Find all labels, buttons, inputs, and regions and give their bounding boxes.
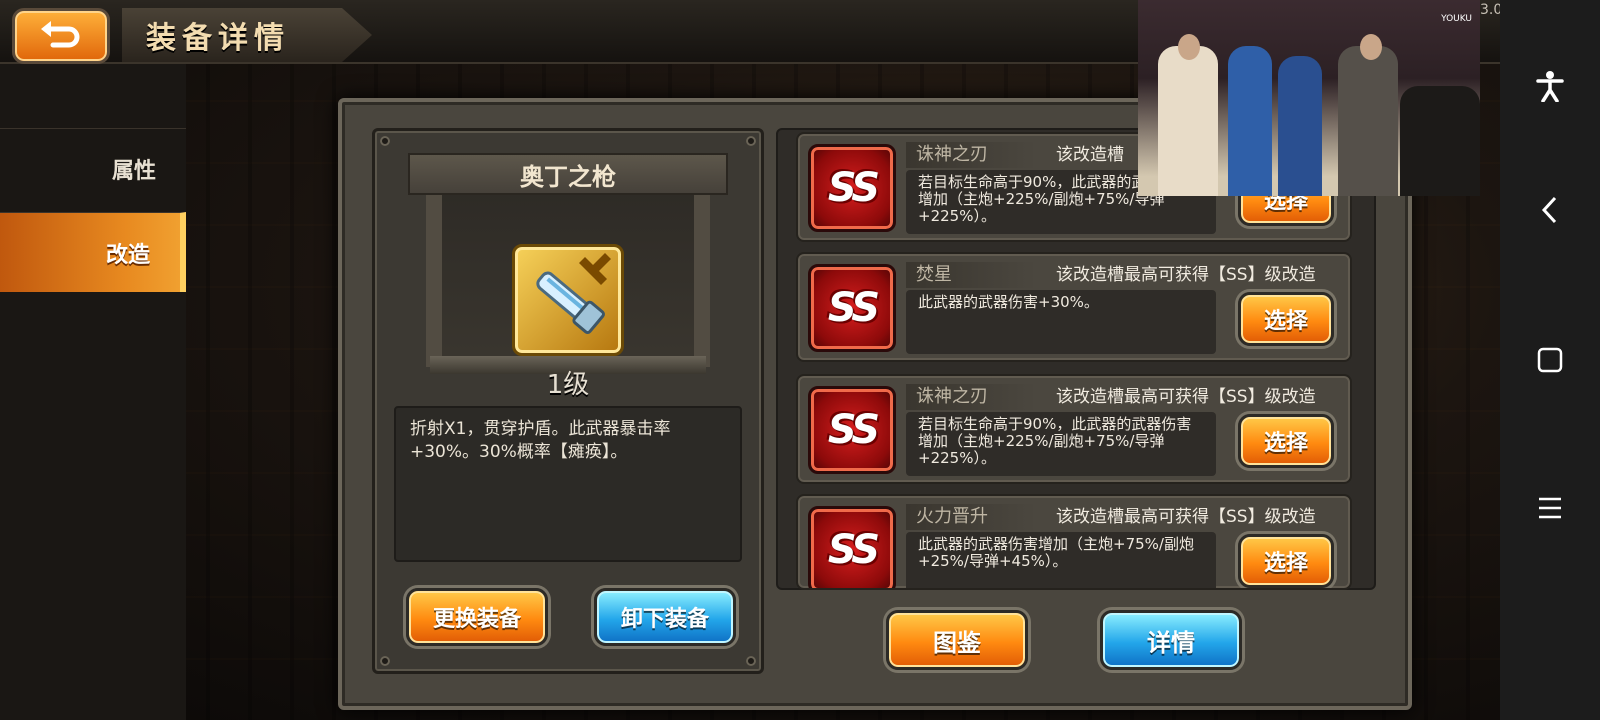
mod-name: 诛神之刃 [906, 384, 1036, 410]
performer-figure [1158, 46, 1218, 196]
title-plate: 装备详情 [122, 8, 372, 62]
game-screen: 装备详情 属性 改造 奥丁之枪 1级 折射X1，贯穿护盾。此武器暴击率+30%。… [0, 0, 1600, 720]
mod-name: 焚星 [906, 262, 1036, 288]
performer-figure [1338, 46, 1398, 196]
audience-figure [1228, 46, 1272, 196]
mod-hint: 该改造槽最高可获得【SS】级改造 [1056, 507, 1316, 527]
rivet [380, 136, 390, 146]
mod-name: 诛神之刃 [906, 142, 1036, 168]
rivet [746, 656, 756, 666]
equipment-description-box: 折射X1，贯穿护盾。此武器暴击率+30%。30%概率【瘫痪】。 [394, 406, 742, 562]
mod-slot-card: SS 焚星 该改造槽最高可获得【SS】级改造 此武器的武器伤害+30%。 选择 [796, 252, 1352, 362]
details-button[interactable]: 详情 [1100, 610, 1242, 670]
button-label: 详情 [1147, 628, 1195, 657]
back-arrow-icon [41, 21, 80, 48]
button-label: 卸下装备 [620, 607, 709, 632]
gun-icon[interactable] [512, 244, 624, 356]
tab-label: 属性 [111, 158, 156, 184]
back-button[interactable] [12, 8, 110, 64]
mod-description: 此武器的武器伤害+30%。 [906, 290, 1216, 354]
mod-description: 若目标生命高于90%，此武器的武器伤害增加（主炮+225%/副炮+75%/导弹+… [906, 412, 1216, 476]
mod-hint: 该改造槽最高可获得【SS】级改造 [1056, 387, 1316, 407]
page-title: 装备详情 [146, 21, 290, 56]
unequip-button[interactable]: 卸下装备 [594, 588, 736, 646]
performer-head [1178, 34, 1200, 60]
equipment-name: 奥丁之枪 [520, 162, 616, 191]
accessibility-icon[interactable] [1530, 66, 1570, 106]
codex-button[interactable]: 图鉴 [886, 610, 1028, 670]
button-label: 图鉴 [933, 628, 981, 657]
ss-grade-icon: SS [808, 506, 896, 588]
select-button[interactable]: 选择 [1238, 534, 1334, 588]
equipment-description: 折射X1，贯穿护盾。此武器暴击率+30%。30%概率【瘫痪】。 [410, 419, 671, 462]
mod-slot-card: SS 诛神之刃 该改造槽最高可获得【SS】级改造 若目标生命高于90%，此武器的… [796, 374, 1352, 484]
mod-hint: 该改造槽 [1056, 145, 1124, 165]
rivet [380, 656, 390, 666]
recents-icon[interactable] [1530, 340, 1570, 380]
video-overlay[interactable]: YOUKU [1138, 0, 1480, 196]
change-equipment-button[interactable]: 更换装备 [406, 588, 548, 646]
ss-grade-icon: SS [808, 264, 896, 352]
select-button[interactable]: 选择 [1238, 414, 1334, 468]
select-button[interactable]: 选择 [1238, 292, 1334, 346]
ss-grade-icon: SS [808, 144, 896, 232]
performer-figure [1400, 86, 1480, 196]
video-watermark: YOUKU [1441, 14, 1472, 24]
equipment-name-plate: 奥丁之枪 [408, 153, 728, 195]
mod-slot-card: SS 火力晋升 该改造槽最高可获得【SS】级改造 此武器的武器伤害增加（主炮+7… [796, 494, 1352, 590]
tab-modify[interactable]: 改造 [0, 212, 186, 292]
button-label: 更换装备 [432, 607, 521, 632]
equipment-level: 1级 [546, 370, 590, 400]
mod-hint: 该改造槽最高可获得【SS】级改造 [1056, 265, 1316, 285]
rivet [746, 136, 756, 146]
tab-attributes[interactable]: 属性 [0, 128, 186, 208]
ss-grade-icon: SS [808, 386, 896, 474]
performer-head [1360, 34, 1382, 60]
mod-description: 此武器的武器伤害增加（主炮+75%/副炮+25%/导弹+45%）。 [906, 532, 1216, 588]
audience-figure [1278, 56, 1322, 196]
mod-name: 火力晋升 [906, 504, 1036, 530]
menu-icon[interactable] [1530, 488, 1570, 528]
back-icon[interactable] [1530, 190, 1570, 230]
tab-label: 改造 [105, 242, 150, 268]
